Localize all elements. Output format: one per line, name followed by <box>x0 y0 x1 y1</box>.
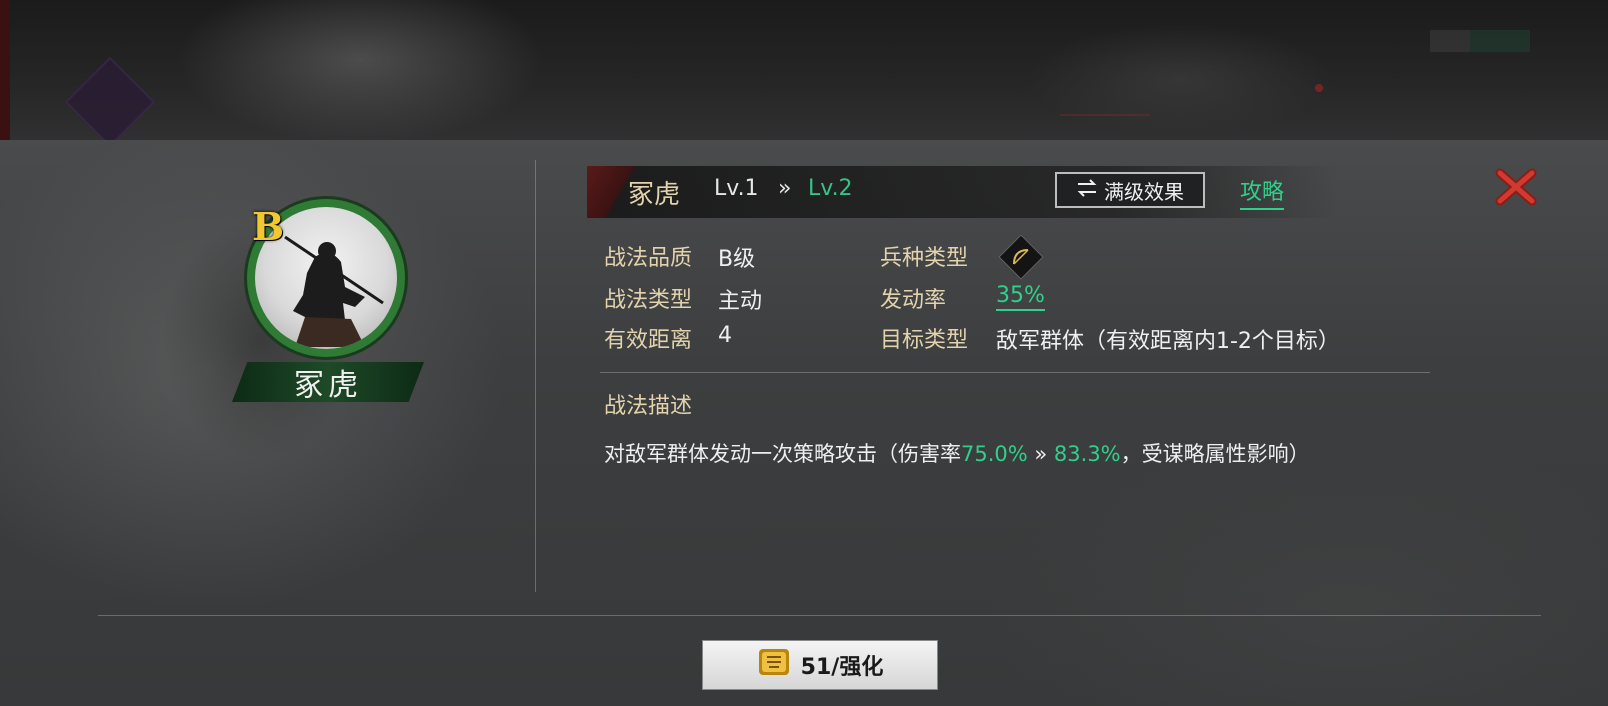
type-value: 主动 <box>718 289 763 314</box>
fist-icon <box>757 647 791 683</box>
trigger-rate-value[interactable]: 35% <box>996 283 1045 311</box>
range-label: 有效距离 <box>604 328 693 353</box>
guide-link[interactable]: 攻略 <box>1240 174 1285 210</box>
damage-rate-next: 83.3% <box>1053 442 1121 466</box>
description-text: 对敌军群体发动一次策略攻击（伤害率75.0% » 83.3%，受谋略属性影响） <box>604 438 1310 468</box>
troop-type-label: 兵种类型 <box>880 246 969 271</box>
level-arrow-icon: » <box>778 176 792 201</box>
target-type-label: 目标类型 <box>880 328 969 353</box>
panel-divider-horizontal <box>98 615 1541 616</box>
swap-icon <box>1076 178 1098 202</box>
attributes-divider <box>600 372 1430 373</box>
upgrade-label: 51/强化 <box>800 655 884 680</box>
background-resource-bar <box>1430 30 1530 52</box>
damage-rate-current: 75.0% <box>961 442 1028 466</box>
max-level-effect-label: 满级效果 <box>1104 179 1184 204</box>
close-icon <box>1495 168 1537 206</box>
background-tab <box>1210 88 1300 116</box>
max-level-effect-button[interactable]: 满级效果 <box>1055 172 1205 208</box>
description-title: 战法描述 <box>604 394 693 419</box>
damage-arrow-icon: » <box>1027 442 1054 466</box>
trigger-rate-label: 发动率 <box>880 288 947 313</box>
description-suffix: ，受谋略属性影响） <box>1120 442 1310 466</box>
upgrade-button[interactable]: 51/强化 <box>702 640 938 690</box>
background-tab <box>1360 88 1450 116</box>
grade-badge: B <box>252 204 285 249</box>
background-edge <box>0 0 10 140</box>
close-button[interactable] <box>1494 165 1538 209</box>
background-tab <box>1060 88 1150 116</box>
background-tabs <box>1060 88 1450 116</box>
panel-divider-vertical <box>535 160 536 592</box>
quality-value: B级 <box>718 247 756 272</box>
quality-label: 战法品质 <box>604 246 693 271</box>
skill-name-label: 冢虎 <box>294 368 362 403</box>
background-scene <box>0 0 1608 140</box>
description-prefix: 对敌军群体发动一次策略攻击（伤害率 <box>604 442 961 466</box>
range-value: 4 <box>718 323 732 348</box>
target-type-value: 敌军群体（有效距离内1-2个目标） <box>996 329 1340 354</box>
bow-icon <box>998 234 1044 280</box>
level-next: Lv.2 <box>808 176 853 201</box>
skill-detail-panel: B 冢虎 冢虎 Lv.1 » Lv.2 满级效果 攻略 战法品质 B级 战法类型… <box>0 140 1608 706</box>
background-notification-dot <box>1315 84 1323 92</box>
level-current: Lv.1 <box>714 176 759 201</box>
skill-header-bar <box>590 166 1340 218</box>
type-label: 战法类型 <box>604 288 693 313</box>
skill-name-banner: 冢虎 <box>232 362 424 402</box>
skill-title: 冢虎 <box>628 180 681 210</box>
